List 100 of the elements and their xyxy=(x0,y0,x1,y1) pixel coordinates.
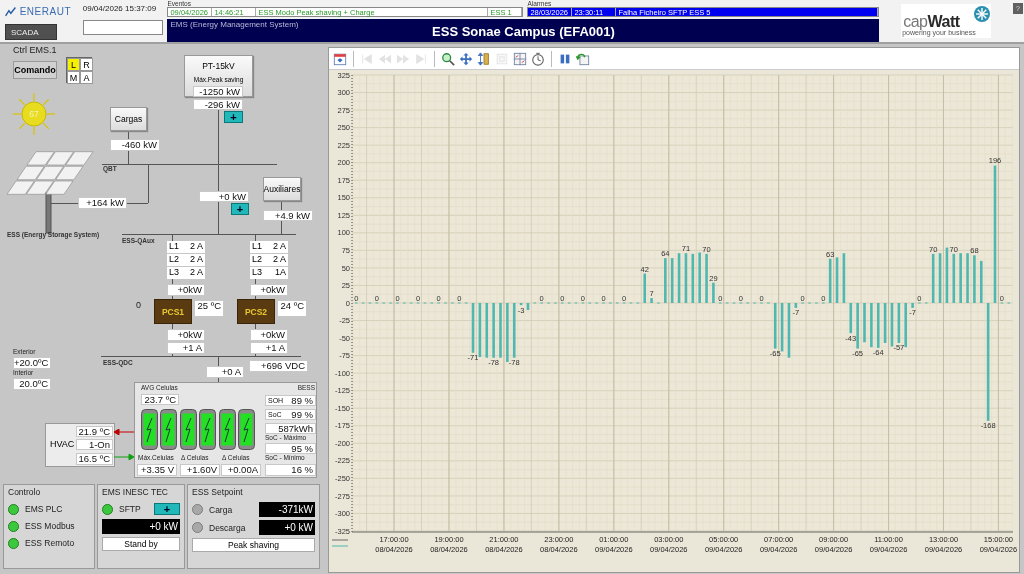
battery-module xyxy=(141,409,158,450)
power-display: +0 kW xyxy=(259,520,315,535)
plus-button[interactable]: + xyxy=(154,503,180,515)
window-title: ESS Sonae Campus (EFA001) xyxy=(432,24,615,41)
auxiliaries-node: Auxiliares xyxy=(263,177,301,201)
power-readout: +0kW xyxy=(250,284,288,296)
chart-bar xyxy=(870,303,873,348)
phase-label: L2 xyxy=(169,254,179,266)
percentage-readout: 89 % xyxy=(291,395,313,406)
command-button[interactable]: Comando xyxy=(13,61,57,79)
voltage-readout: +3.35 V xyxy=(137,464,177,476)
mode-readout: Peak shaving xyxy=(192,538,315,552)
chart-bar xyxy=(787,303,791,358)
legend-line-icon xyxy=(331,545,349,547)
current-value: 2 A xyxy=(273,241,286,253)
vertical-scale-icon xyxy=(477,51,491,66)
battery-module xyxy=(179,409,197,450)
indicator-label: SFTP xyxy=(119,504,141,514)
chart-bar xyxy=(519,303,523,306)
mode-option[interactable]: R xyxy=(80,58,93,71)
battery-module xyxy=(160,409,178,450)
panel-title: Controlo xyxy=(8,487,42,497)
zoom-button[interactable] xyxy=(440,50,456,67)
clock-button[interactable] xyxy=(530,50,546,67)
phase-label: L3 xyxy=(169,267,179,279)
connector-line xyxy=(128,151,129,164)
zoom-icon xyxy=(441,51,455,66)
current-value: 2 A xyxy=(190,254,203,266)
mode-option[interactable]: M xyxy=(67,71,80,84)
skip-start-icon xyxy=(360,51,374,66)
setpoint-label: Carga xyxy=(209,504,234,515)
percentage-readout: 99 % xyxy=(291,409,313,420)
connector-line xyxy=(49,203,78,204)
temperature-readout: 25 ºC xyxy=(194,300,224,317)
plus-button[interactable]: + xyxy=(231,203,249,215)
battery-module xyxy=(238,409,255,450)
temperature-readout: 24 ºC xyxy=(277,300,307,317)
power-display: +0 kW xyxy=(102,519,180,534)
mode-option[interactable]: L xyxy=(67,58,80,71)
voltage-readout: +696 VDC xyxy=(249,360,308,372)
chart-bar xyxy=(966,253,969,303)
phase-label: L2 xyxy=(252,254,262,266)
connector-line xyxy=(255,234,256,241)
chart-bar xyxy=(499,303,502,358)
status-led xyxy=(8,520,19,532)
company-logo: ENERAUT xyxy=(5,3,71,20)
setpoint-label: Descarga xyxy=(209,522,245,533)
chart-bar xyxy=(863,303,866,343)
flow-arrow xyxy=(114,454,134,460)
chart-bar xyxy=(492,303,495,358)
chart-bar xyxy=(650,298,653,303)
chart-bar xyxy=(780,303,784,352)
power-readout: +0kW xyxy=(167,329,205,341)
status-led xyxy=(192,522,203,533)
chart-bar xyxy=(471,303,475,353)
scada-button[interactable]: SCADA xyxy=(5,24,57,40)
date-time: 09/04/2026 15:37:09 xyxy=(82,4,158,14)
status-led xyxy=(8,537,19,549)
chart-bar xyxy=(842,253,846,303)
power-readout: +4.9 kW xyxy=(263,210,313,221)
plus-button[interactable]: + xyxy=(224,111,243,123)
power-readout: -460 kW xyxy=(110,139,160,151)
current-value: 2 A xyxy=(190,267,203,279)
irradiance-value: 67 xyxy=(29,109,39,119)
chart-bar xyxy=(973,255,976,303)
converter-block: PCS1 xyxy=(154,299,192,324)
power-readout: -296 kW xyxy=(193,99,243,110)
connector-line xyxy=(172,234,173,241)
chart-bar xyxy=(856,303,859,349)
battery-module xyxy=(218,409,236,450)
legend-line-icon xyxy=(331,539,349,541)
pan-button[interactable] xyxy=(458,50,474,67)
connector-line xyxy=(128,131,129,139)
frame-icon xyxy=(495,51,509,66)
chart-bar xyxy=(664,258,667,303)
vscale-button[interactable] xyxy=(476,50,492,67)
connector-line xyxy=(218,356,219,366)
percentage-readout: 95 % xyxy=(265,443,316,454)
chart-bar xyxy=(712,282,715,303)
chart-bar xyxy=(883,303,887,343)
mode-option[interactable]: A xyxy=(80,71,93,84)
input-field[interactable] xyxy=(82,20,163,35)
power-display: -371kW xyxy=(259,502,315,517)
phase-label: L3 xyxy=(252,267,262,279)
chart-bar xyxy=(828,258,832,303)
partner-logo-name: capWatt xyxy=(903,13,960,30)
indicator-label: ESS Modbus xyxy=(25,521,75,531)
system-subtitle: EMS (Energy Management System) xyxy=(170,20,299,29)
current-readout: +1 A xyxy=(250,342,288,354)
power-readout: -1250 kW xyxy=(193,86,243,97)
chart-bar xyxy=(512,303,516,358)
voltage-readout: +1.60V xyxy=(180,464,220,476)
power-readout: +0kW xyxy=(250,329,288,341)
current-value: 1A xyxy=(275,267,286,279)
calendar-icon xyxy=(333,51,347,66)
chart-bar xyxy=(691,253,695,303)
grid-button[interactable] xyxy=(512,50,528,67)
connector-line xyxy=(281,201,282,210)
chart-bar xyxy=(670,258,674,303)
chart-bar xyxy=(938,253,942,303)
